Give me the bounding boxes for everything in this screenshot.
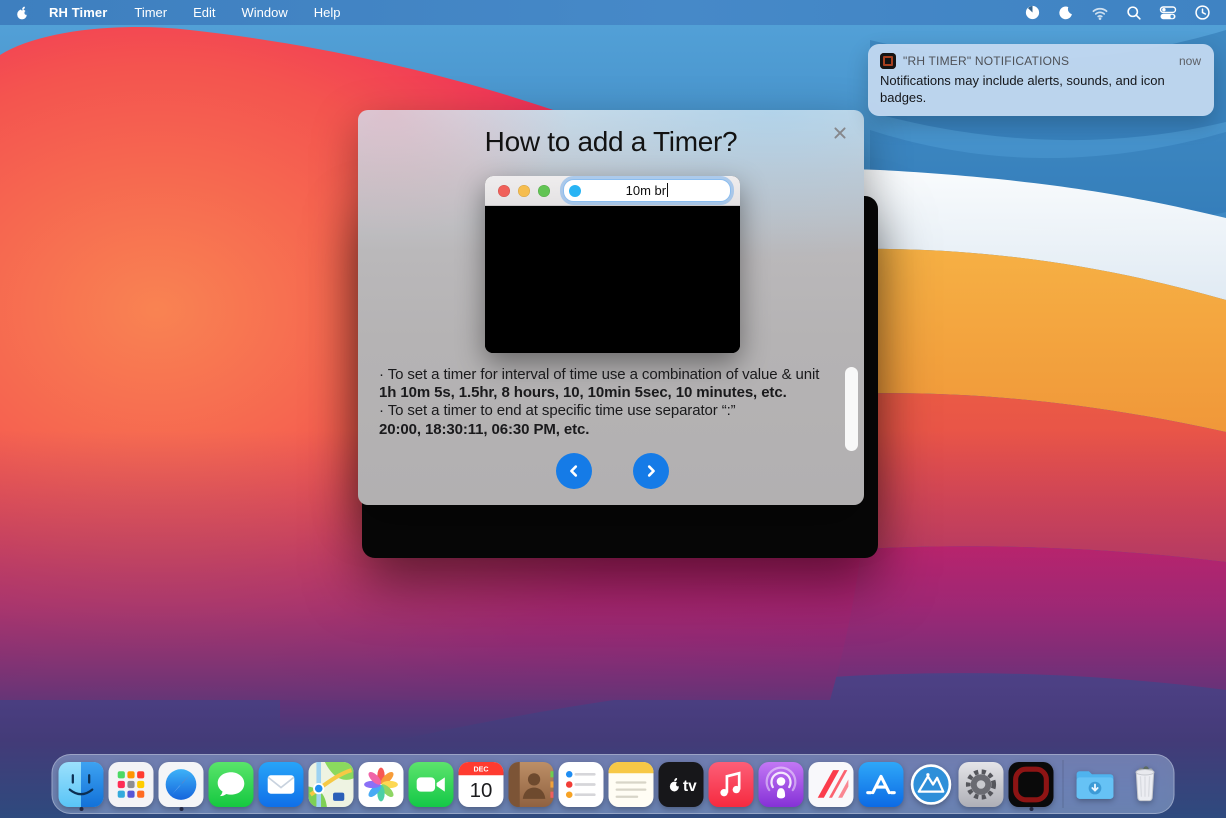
dock-item-podcasts[interactable] xyxy=(758,756,805,812)
status-icons xyxy=(1023,4,1226,22)
dock-item-apple-tv[interactable]: tv xyxy=(658,756,705,812)
apple-tv-label: tv xyxy=(683,778,697,795)
how-to-add-timer-dialog: How to add a Timer? 10m br · To set a ti… xyxy=(358,110,864,505)
dock-item-system-preferences[interactable] xyxy=(958,756,1005,812)
dock-item-notes[interactable] xyxy=(608,756,655,812)
wifi-icon[interactable] xyxy=(1091,4,1109,22)
dock-item-messages[interactable] xyxy=(208,756,255,812)
demo-timer-window: 10m br xyxy=(485,176,740,353)
traffic-light-yellow xyxy=(518,185,530,197)
rh-timer-icon xyxy=(1009,762,1054,807)
dock-item-safari[interactable] xyxy=(158,756,205,812)
messages-icon xyxy=(209,762,254,807)
timer-gauge-icon[interactable] xyxy=(1023,4,1041,22)
running-indicator xyxy=(79,807,83,811)
menu-timer[interactable]: Timer xyxy=(134,5,167,20)
dock-item-launchpad[interactable] xyxy=(108,756,155,812)
app-store-icon xyxy=(859,762,904,807)
menu-app-name[interactable]: RH Timer xyxy=(49,5,107,20)
close-button[interactable] xyxy=(830,123,850,143)
close-icon xyxy=(832,125,848,141)
search-icon[interactable] xyxy=(1125,4,1143,22)
instruction-line-2: 1h 10m 5s, 1.5hr, 8 hours, 10, 10min 5se… xyxy=(379,384,849,402)
downloads-folder-icon xyxy=(1073,762,1118,807)
chevron-left-icon xyxy=(567,464,581,478)
traffic-light-green xyxy=(538,185,550,197)
instruction-line-4: 20:00, 18:30:11, 06:30 PM, etc. xyxy=(379,421,849,439)
calendar-month: DEC xyxy=(473,765,488,773)
apple-icon xyxy=(14,5,30,21)
system-preferences-icon xyxy=(959,762,1004,807)
chevron-right-icon xyxy=(644,464,658,478)
instruction-line-3: · To set a timer to end at specific time… xyxy=(379,402,849,420)
dialog-scrollbar[interactable] xyxy=(845,367,858,451)
news-icon xyxy=(809,762,854,807)
dock: DEC 10 xyxy=(52,754,1175,814)
menu-items: Timer Edit Window Help xyxy=(134,5,340,20)
podcasts-icon xyxy=(759,762,804,807)
menu-window[interactable]: Window xyxy=(242,5,288,20)
contacts-icon xyxy=(509,762,554,807)
dock-item-photos[interactable] xyxy=(358,756,405,812)
menu-bar: RH Timer Timer Edit Window Help xyxy=(0,0,1226,25)
mountain-app-icon xyxy=(909,762,954,807)
notification-banner[interactable]: "RH TIMER" NOTIFICATIONS now Notificatio… xyxy=(868,44,1214,116)
control-center-icon[interactable] xyxy=(1159,4,1177,22)
notification-time: now xyxy=(1179,54,1201,68)
maps-icon xyxy=(309,762,354,807)
apple-menu[interactable] xyxy=(14,5,30,21)
mail-icon xyxy=(259,762,304,807)
running-indicator xyxy=(1029,807,1033,811)
dock-item-calendar[interactable]: DEC 10 xyxy=(458,756,505,812)
finder-icon xyxy=(59,762,104,807)
dock-item-downloads[interactable] xyxy=(1072,756,1119,812)
dock-item-trash[interactable] xyxy=(1122,756,1169,812)
menu-edit[interactable]: Edit xyxy=(193,5,215,20)
dock-item-app-store[interactable] xyxy=(858,756,905,812)
demo-titlebar: 10m br xyxy=(485,176,740,206)
rh-timer-app-icon xyxy=(880,53,896,69)
dock-item-news[interactable] xyxy=(808,756,855,812)
dialog-title: How to add a Timer? xyxy=(358,126,864,158)
dock-separator xyxy=(1058,756,1069,812)
notes-icon xyxy=(609,762,654,807)
dock-item-reminders[interactable] xyxy=(558,756,605,812)
notification-title: "RH TIMER" NOTIFICATIONS xyxy=(903,54,1172,68)
dock-item-rh-timer[interactable] xyxy=(1008,756,1055,812)
timer-dot-icon xyxy=(569,185,581,197)
dock-item-contacts[interactable] xyxy=(508,756,555,812)
launchpad-icon xyxy=(109,762,154,807)
photos-icon xyxy=(359,762,404,807)
trash-full-icon xyxy=(1123,762,1168,807)
dock-item-maps[interactable] xyxy=(308,756,355,812)
notification-header: "RH TIMER" NOTIFICATIONS now xyxy=(880,53,1201,69)
dock-item-mail[interactable] xyxy=(258,756,305,812)
reminders-icon xyxy=(559,762,604,807)
timer-input-value: 10m br xyxy=(626,183,666,198)
clock-icon[interactable] xyxy=(1193,4,1211,22)
running-indicator xyxy=(179,807,183,811)
instructions: · To set a timer for interval of time us… xyxy=(379,366,849,439)
do-not-disturb-moon-icon[interactable] xyxy=(1057,4,1075,22)
music-icon xyxy=(709,762,754,807)
next-page-button[interactable] xyxy=(633,453,669,489)
previous-page-button[interactable] xyxy=(556,453,592,489)
traffic-light-red xyxy=(498,185,510,197)
notification-body: Notifications may include alerts, sounds… xyxy=(880,73,1201,106)
calendar-day: 10 xyxy=(470,778,493,801)
facetime-icon xyxy=(409,762,454,807)
safari-icon xyxy=(159,762,204,807)
calendar-icon: DEC 10 xyxy=(459,762,504,807)
dock-item-facetime[interactable] xyxy=(408,756,455,812)
menu-help[interactable]: Help xyxy=(314,5,341,20)
dock-item-music[interactable] xyxy=(708,756,755,812)
dock-item-finder[interactable] xyxy=(58,756,105,812)
apple-tv-icon: tv xyxy=(659,762,704,807)
dock-item-mountain-app[interactable] xyxy=(908,756,955,812)
instruction-line-1: · To set a timer for interval of time us… xyxy=(379,366,849,384)
demo-window-body xyxy=(485,206,740,353)
text-caret xyxy=(667,183,668,197)
desktop: RH Timer Timer Edit Window Help xyxy=(0,0,1226,818)
timer-input[interactable]: 10m br xyxy=(563,179,731,202)
